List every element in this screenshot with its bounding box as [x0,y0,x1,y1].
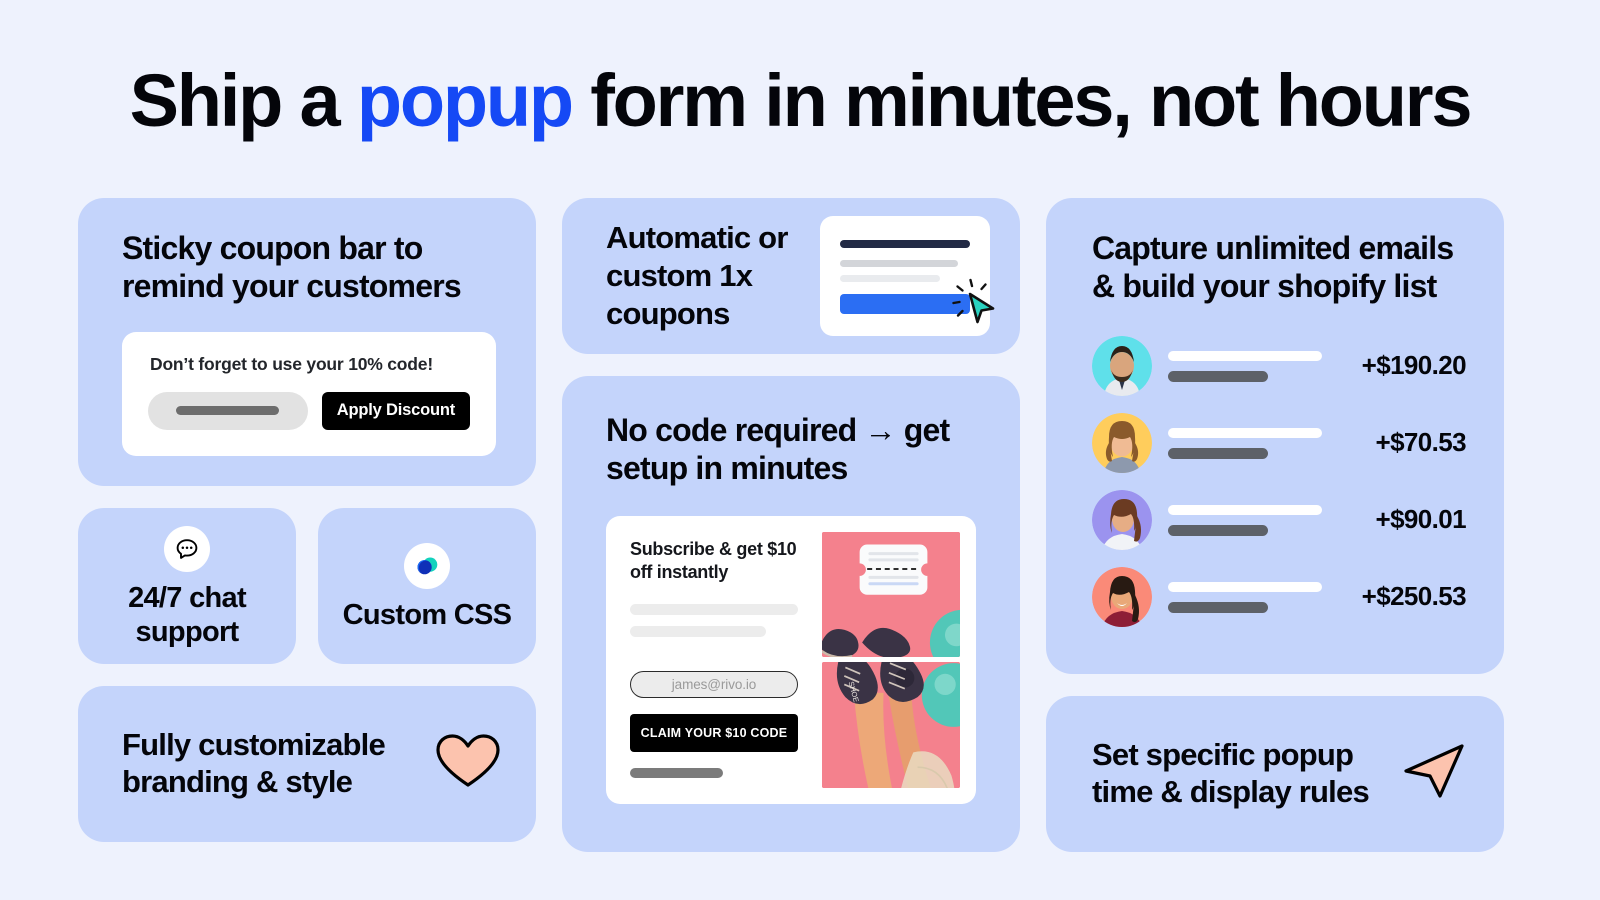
card-no-code-title: No code required → get setup in minutes [606,412,950,486]
headline-part-after: form in minutes, not hours [571,59,1472,142]
chat-support-label: 24/7 chat support [128,582,247,648]
card-set-specific: Set specific popup time & display rules [1046,695,1504,852]
capture-title-before: Capture [1092,230,1216,266]
popup-form-skeleton-line-2 [630,625,766,637]
custom-css-label: Custom CSS [342,598,512,631]
lead-bar-secondary [1168,370,1268,382]
card-sticky-coupon-title: Sticky coupon bar to remind your custome… [122,230,462,304]
headline-part-before: Ship a [129,59,357,142]
card-sticky-coupon: Sticky coupon bar to remind your custome… [78,198,536,486]
card-capture-emails-title: Capture unlimited emails & build your sh… [1092,230,1466,306]
avatar [1092,335,1152,396]
popup-email-input[interactable]: james@rivo.io [630,670,798,698]
popup-form-right: SHOE [814,516,976,804]
lead-amount: +$190.20 [1361,350,1467,380]
rivo-logo-icon [404,542,450,589]
lead-bar-primary [1168,504,1322,515]
lead-bars [1168,350,1322,382]
card-set-specific-title: Set specific popup time & display rules [1092,736,1370,809]
apply-discount-button[interactable]: Apply Discount [321,391,470,430]
popup-photo-bottom: SHOE [822,662,960,788]
card-automatic-coupons-title: Automatic or custom 1x coupons [606,220,788,331]
coupon-bar-headline: Don’t forget to use your 10% code! [150,353,433,374]
grid-column-left: Sticky coupon bar to remind your custome… [78,198,536,852]
coupon-bar-row: Apply Discount [148,391,470,430]
lead-row: +$250.53 [1092,566,1467,627]
lead-amount: +$70.53 [1375,427,1466,457]
avatar [1092,566,1152,627]
lead-bar-secondary [1168,447,1268,459]
card-fully-customizable: Fully customizable branding & style [78,685,536,842]
card-capture-emails: Capture unlimited emails & build your sh… [1046,198,1504,674]
page-root: Ship a popup form in minutes, not hours … [0,0,1600,900]
coupon-preview-line-1 [840,260,958,267]
popup-photo-top [822,531,960,657]
coupon-code-input[interactable] [148,391,308,430]
send-arrow-icon [1396,740,1468,807]
avatar [1092,412,1152,473]
lead-amount: +$90.01 [1375,504,1466,534]
grid-column-right: Capture unlimited emails & build your sh… [1046,198,1504,852]
headline-accent-word: popup [356,59,574,142]
lead-bar-primary [1168,350,1322,361]
lead-bars [1168,427,1322,459]
mini-card-row: 24/7 chat support Custom CSS [78,507,536,664]
lead-amount: +$250.53 [1361,581,1467,611]
lead-bar-primary [1168,427,1322,438]
coupon-preview-heading-bar [840,240,970,248]
lead-bar-secondary [1168,601,1268,613]
coupon-code-placeholder-bar [176,406,280,415]
card-no-code: No code required → get setup in minutes … [562,376,1020,852]
avatar [1092,489,1152,550]
card-chat-support: 24/7 chat support [78,507,296,664]
capture-title-bold: unlimited [1215,230,1351,266]
grid-column-middle: Automatic or custom 1x coupons No code r… [562,198,1020,852]
coupon-preview-mockup [820,216,995,336]
lead-bars [1168,581,1322,613]
lead-row: +$90.01 [1092,489,1467,550]
cursor-click-icon [948,277,1004,338]
card-fully-customizable-title: Fully customizable branding & style [122,726,386,799]
page-title: Ship a popup form in minutes, not hours [0,62,1600,140]
popup-form-title: Subscribe & get $10 off instantly [630,538,797,582]
popup-form-skeleton-line-1 [630,603,798,615]
card-automatic-coupons: Automatic or custom 1x coupons [562,198,1020,354]
lead-bar-primary [1168,581,1322,592]
popup-form-left: Subscribe & get $10 off instantly james@… [606,516,814,804]
lead-list: +$190.20 +$70.53 +$90.01 +$250.53 [1092,335,1467,627]
card-custom-css: Custom CSS [318,507,536,664]
feature-grid: Sticky coupon bar to remind your custome… [78,198,1522,852]
coupon-preview-line-2 [840,275,940,282]
claim-code-button[interactable]: CLAIM YOUR $10 CODE [630,713,798,752]
lead-row: +$190.20 [1092,335,1467,396]
lead-bars [1168,504,1322,536]
heart-icon [434,732,502,795]
lead-bar-secondary [1168,524,1268,536]
chat-bubble-icon [164,526,210,573]
popup-form-mockup: Subscribe & get $10 off instantly james@… [606,515,976,804]
popup-form-footer-bar [630,767,723,778]
lead-row: +$70.53 [1092,412,1467,473]
coupon-bar-mockup: Don’t forget to use your 10% code! Apply… [122,331,496,456]
